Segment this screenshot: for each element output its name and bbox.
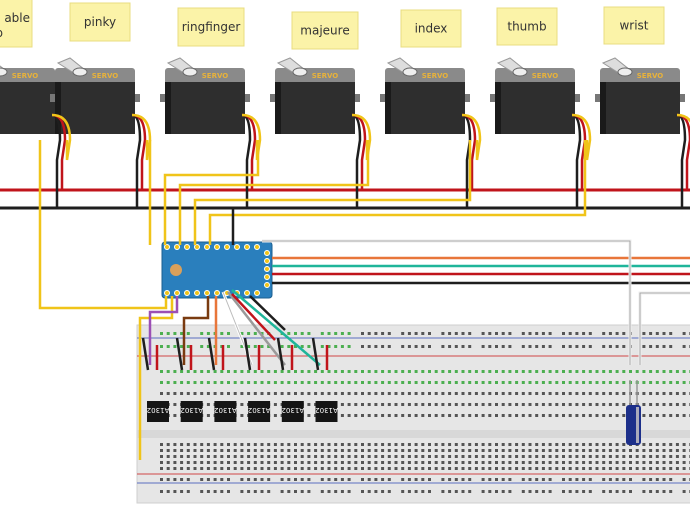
label-text: ringfinger: [182, 20, 241, 34]
circuit-diagram: ableb pinky ringfinger majeure index thumb wri…: [0, 0, 690, 504]
servo-label: SERVO: [312, 72, 339, 80]
servo-label: SERVO: [202, 72, 229, 80]
label-note-6: wrist: [603, 6, 665, 45]
label-note-5: thumb: [496, 7, 558, 46]
label-text: able: [4, 11, 30, 25]
label-text: index: [415, 22, 448, 36]
servo-label: SERVO: [92, 72, 119, 80]
servo-motor: SERVO: [595, 57, 685, 134]
label-note-3: majeure: [291, 11, 359, 50]
hall-sensor-chip: A1302: [147, 401, 170, 422]
servo-label: SERVO: [637, 72, 664, 80]
label-text: wrist: [619, 19, 648, 33]
servo-motor: SERVO: [270, 57, 360, 134]
servo-motor: SERVO: [160, 57, 250, 134]
label-text: majeure: [300, 24, 349, 38]
hall-sensor-chip: A1302: [214, 401, 237, 422]
label-note-4: index: [400, 9, 462, 48]
hall-sensor-chip: A1302: [315, 401, 338, 422]
servo-label: SERVO: [12, 72, 39, 80]
label-note-2: ringfinger: [177, 7, 245, 47]
breadboard-center-channel: [137, 430, 690, 438]
chip-label: A1302: [214, 406, 237, 414]
servo-label: SERVO: [422, 72, 449, 80]
servo-motor: SERVO: [490, 57, 580, 134]
hall-sensor-chip: A1302: [248, 401, 271, 422]
label-text-2: b: [0, 26, 3, 40]
hall-sensor-chip: A1302: [180, 401, 203, 422]
label-note-1: pinky: [69, 2, 131, 42]
chip-label: A1302: [315, 406, 338, 414]
servo-label: SERVO: [532, 72, 559, 80]
chip-label: A1302: [281, 406, 304, 414]
servo-motor: SERVO: [380, 57, 470, 134]
label-note-0: ableb: [0, 0, 33, 48]
reset-button: [170, 264, 182, 276]
hall-sensor-chip: A1302: [281, 401, 304, 422]
capacitor-stripe: [636, 407, 639, 443]
chip-label: A1302: [248, 406, 271, 414]
chip-label: A1302: [180, 406, 203, 414]
chip-label: A1302: [147, 406, 170, 414]
label-text: thumb: [507, 20, 546, 34]
label-text: pinky: [84, 15, 116, 29]
